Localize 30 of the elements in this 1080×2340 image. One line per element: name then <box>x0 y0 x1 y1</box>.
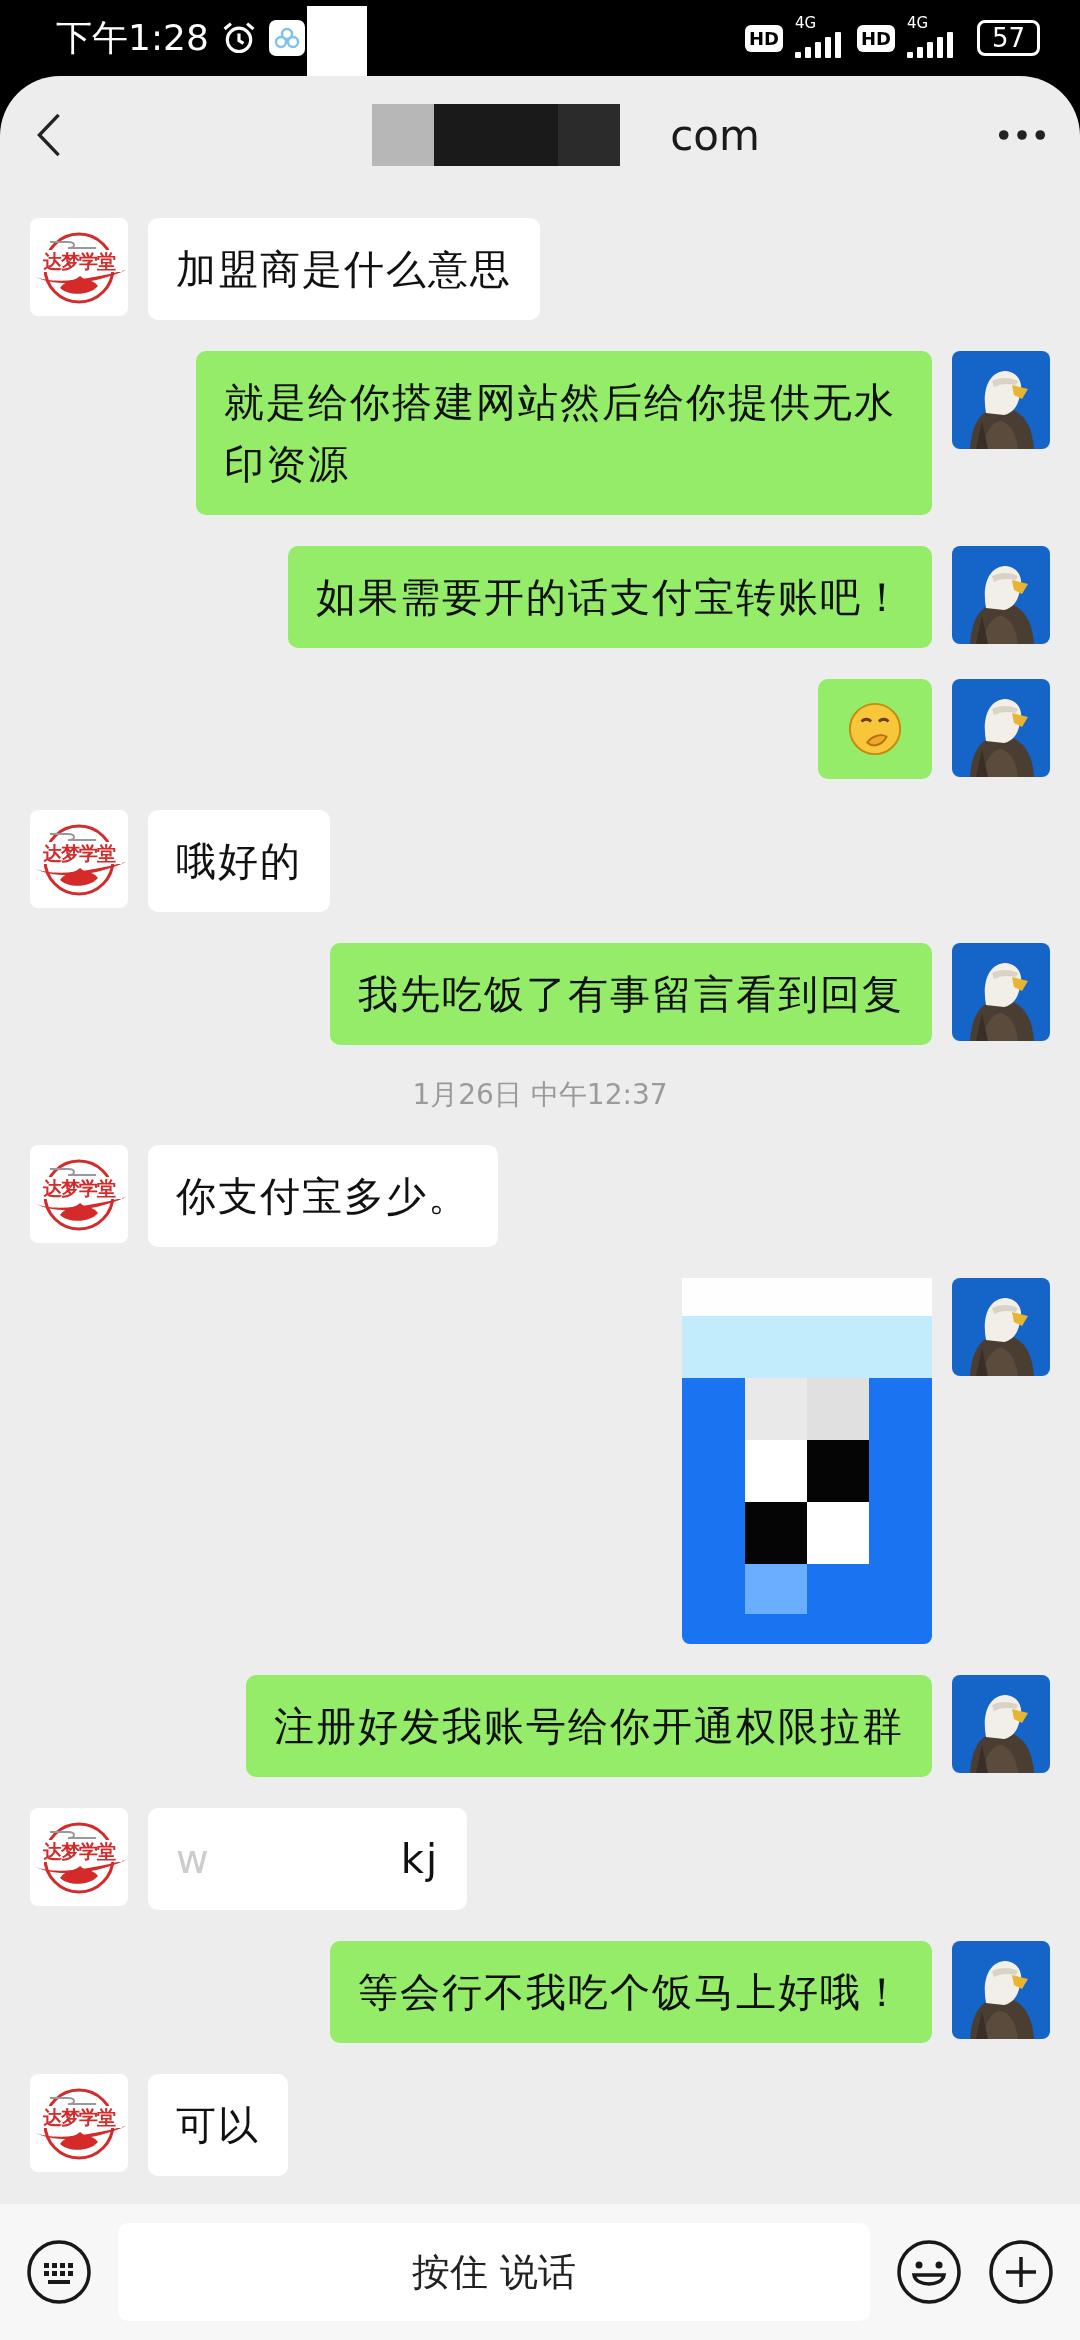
hold-to-talk-button[interactable]: 按住 说话 <box>118 2223 870 2321</box>
status-time: 下午1:28 <box>56 15 209 60</box>
app-icon <box>268 20 305 56</box>
message-bubble: 你支付宝多少。 <box>148 1145 498 1247</box>
emoji-icon <box>846 700 904 758</box>
redaction-block <box>306 6 367 76</box>
timestamp: 1月26日 中午12:37 <box>412 1077 668 1113</box>
logo-emblem-icon <box>30 218 128 316</box>
battery-indicator: 57 <box>976 20 1040 56</box>
message-bubble: 可以 <box>148 2074 288 2176</box>
smiley-icon[interactable] <box>896 2239 962 2305</box>
network-type: 4G <box>794 14 817 32</box>
more-icon[interactable] <box>998 129 1046 141</box>
network-type: 4G <box>906 14 929 32</box>
message-bubble: 注册好发我账号给你开通权限拉群 <box>246 1675 932 1777</box>
message-bubble: 加盟商是什么意思 <box>148 218 540 320</box>
logo-emblem-icon <box>30 1145 128 1243</box>
logo-emblem-icon <box>30 2074 128 2172</box>
message-bubble: 就是给你搭建网站然后给你提供无水印资源 <box>196 351 932 515</box>
message-bubble: 等会行不我吃个饭马上好哦！ <box>330 1941 932 2043</box>
message-bubble: 如果需要开的话支付宝转账吧！ <box>288 546 932 648</box>
hd-badge: HD <box>856 24 895 52</box>
chat-title: com <box>670 110 760 160</box>
keyboard-icon[interactable] <box>26 2239 92 2305</box>
logo-emblem-icon <box>30 1808 128 1906</box>
message-bubble: 哦好的 <box>148 810 330 912</box>
message-bubble: 我先吃饭了有事留言看到回复 <box>330 943 932 1045</box>
plus-icon[interactable] <box>988 2239 1054 2305</box>
logo-emblem-icon <box>30 810 128 908</box>
hd-badge: HD <box>744 24 783 52</box>
